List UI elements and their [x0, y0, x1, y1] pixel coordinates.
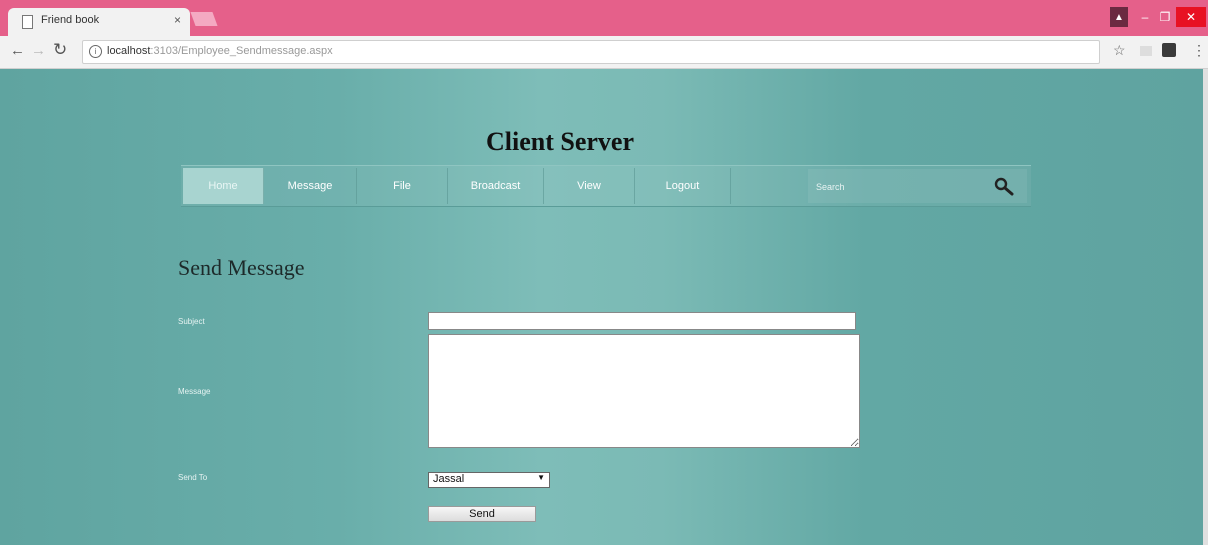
send-to-value: Jassal	[433, 473, 465, 485]
url-text: localhost:3103/Employee_Sendmessage.aspx	[107, 45, 333, 57]
nav-file[interactable]: File	[357, 168, 448, 204]
send-to-select[interactable]: Jassal ▼	[428, 472, 550, 488]
info-icon[interactable]: i	[89, 45, 102, 58]
reload-icon[interactable]: ↻	[53, 40, 67, 60]
close-window-icon[interactable]: ✕	[1176, 7, 1206, 27]
browser-toolbar: ← → ↻ i localhost:3103/Employee_Sendmess…	[0, 36, 1208, 69]
message-label: Message	[178, 387, 211, 396]
browser-tab[interactable]: Friend book ×	[8, 8, 190, 36]
restore-icon[interactable]: ❐	[1152, 7, 1178, 27]
tab-close-icon[interactable]: ×	[174, 13, 181, 27]
extension-icon[interactable]	[1162, 43, 1176, 57]
search-input[interactable]	[814, 179, 988, 195]
back-arrow-icon[interactable]: ←	[10, 42, 25, 59]
send-button[interactable]: Send	[428, 506, 536, 522]
tab-title: Friend book	[41, 14, 100, 26]
url-host: localhost	[107, 45, 151, 57]
site-title: Client Server	[485, 127, 634, 156]
page-content: Client Server Home Message File Broadcas…	[0, 69, 1203, 545]
nav-logout[interactable]: Logout	[635, 168, 731, 204]
url-path: :3103/Employee_Sendmessage.aspx	[150, 45, 333, 57]
extension-icon[interactable]	[1140, 46, 1152, 56]
nav-broadcast[interactable]: Broadcast	[448, 168, 544, 204]
dropdown-arrow-icon: ▼	[537, 473, 545, 482]
subject-field[interactable]	[428, 312, 856, 330]
profile-icon[interactable]: ▲	[1110, 7, 1128, 27]
page-scrollbar[interactable]	[1203, 69, 1208, 545]
nav-message[interactable]: Message	[264, 168, 357, 204]
page-heading: Send Message	[178, 255, 305, 280]
page-icon	[22, 15, 33, 29]
new-tab-button[interactable]	[190, 12, 218, 26]
send-to-label: Send To	[178, 473, 208, 482]
main-nav: Home Message File Broadcast View Logout	[181, 165, 1031, 207]
bookmark-star-icon[interactable]: ☆	[1113, 42, 1126, 59]
nav-view[interactable]: View	[544, 168, 635, 204]
browser-title-bar: Friend book × ▲ – ❐ ✕	[0, 0, 1208, 36]
subject-label: Subject	[178, 317, 205, 326]
forward-arrow-icon[interactable]: →	[31, 42, 46, 59]
message-field[interactable]	[428, 334, 860, 448]
search-icon[interactable]	[993, 176, 1015, 196]
address-bar[interactable]: i localhost:3103/Employee_Sendmessage.as…	[82, 40, 1100, 64]
search-box	[808, 169, 1027, 203]
menu-dots-icon[interactable]: ⋮	[1192, 42, 1206, 59]
nav-home[interactable]: Home	[183, 168, 264, 204]
